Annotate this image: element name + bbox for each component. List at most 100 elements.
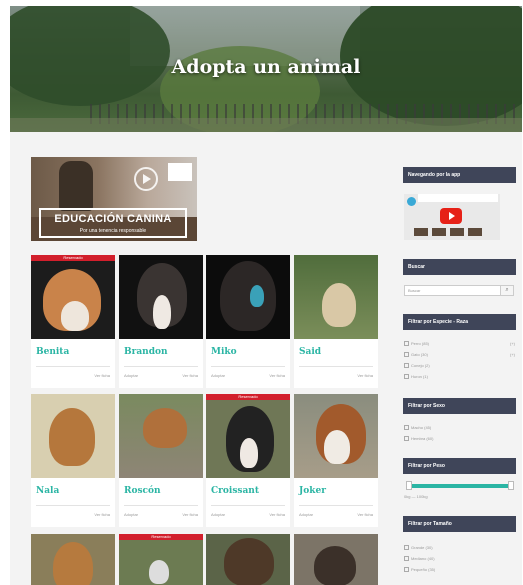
search-input[interactable]: Buscar ⌕ [404,285,514,296]
reserved-ribbon: Reservado [206,394,290,400]
animal-card[interactable] [294,534,378,585]
filter-option[interactable]: Conejo (2) [404,363,430,369]
logo [168,163,192,181]
weight-range-slider[interactable] [406,481,514,490]
adopt-link[interactable]: Adoptar [124,373,138,378]
animal-card[interactable]: Nala Ver ficha [31,394,115,527]
search-icon[interactable]: ⌕ [500,286,513,295]
checkbox[interactable] [404,545,409,551]
divider [299,505,373,506]
banner-subtitle: Por una tenencia responsable [79,228,147,234]
divider [211,366,285,367]
checkbox[interactable] [404,374,409,380]
animal-card[interactable] [206,534,290,585]
option-label: Mediano (40) [411,556,435,561]
education-banner[interactable]: EDUCACIÓN CANINA Por una tenencia respon… [31,157,197,241]
video-thumb [432,228,446,236]
animal-photo[interactable] [294,255,378,339]
filter-option[interactable]: Mediano (40) [404,556,435,562]
filter-option[interactable]: Huron (1) [404,374,428,380]
option-label: Pequeño (35) [411,567,436,572]
widget-title-size: Filtrar por Tamaño [403,516,516,532]
animal-name[interactable]: Croissant [211,486,259,496]
checkbox[interactable] [404,425,409,431]
widget-title-app: Navegando por la app [403,167,516,183]
view-details-link[interactable]: Ver ficha [357,512,373,517]
card-meta: Adoptar Ver ficha [124,512,198,517]
play-icon[interactable] [134,167,158,191]
filter-option[interactable]: Pequeño (35) [404,567,436,573]
animal-card[interactable]: Brandon Adoptar Ver ficha [119,255,203,388]
option-label: Gato (30) [411,352,428,357]
view-details-link[interactable]: Ver ficha [182,373,198,378]
youtube-play-icon[interactable] [440,208,462,224]
divider [36,505,110,506]
card-meta: Adoptar Ver ficha [299,512,373,517]
animal-name[interactable]: Roscón [124,486,161,496]
view-details-link[interactable]: Ver ficha [269,512,285,517]
adopt-link[interactable]: Adoptar [299,512,313,517]
page-title: Adopta un animal [171,56,361,78]
divider [124,366,198,367]
animal-card[interactable]: Said Ver ficha [294,255,378,388]
banner-titlebox: EDUCACIÓN CANINA Por una tenencia respon… [39,208,187,238]
widget-title-search: Buscar [403,259,516,275]
view-details-link[interactable]: Ver ficha [94,512,110,517]
animal-card[interactable]: Reservado Benita Ver ficha [31,255,115,388]
filter-option[interactable]: Perro (85) (+) [404,341,515,347]
filter-option[interactable]: Gato (30) (+) [404,352,515,358]
animal-photo[interactable]: Reservado [31,255,115,339]
animal-photo[interactable] [294,534,378,585]
filter-option[interactable]: Hembra (60) [404,436,434,442]
animal-card[interactable]: Joker Adoptar Ver ficha [294,394,378,527]
animal-card[interactable] [31,534,115,585]
slider-handle-max[interactable] [508,481,514,490]
checkbox[interactable] [404,341,409,347]
animal-card[interactable]: Reservado Croissant Adoptar Ver ficha [206,394,290,527]
animal-card[interactable]: Miko Adoptar Ver ficha [206,255,290,388]
divider [211,505,285,506]
view-details-link[interactable]: Ver ficha [269,373,285,378]
adopt-link[interactable]: Adoptar [211,512,225,517]
animal-photo[interactable] [206,534,290,585]
option-label: Huron (1) [411,374,428,379]
widget-title-species: Filtrar por Especie - Raza [403,314,516,330]
checkbox[interactable] [404,363,409,369]
checkbox[interactable] [404,567,409,573]
animal-name[interactable]: Nala [36,486,59,496]
animal-photo[interactable] [31,534,115,585]
filter-option[interactable]: Macho (45) [404,425,431,431]
video-thumb [450,228,464,236]
option-count: (+) [510,341,515,346]
checkbox[interactable] [404,556,409,562]
animal-photo[interactable]: Reservado [119,534,203,585]
animal-name[interactable]: Said [299,347,321,357]
checkbox[interactable] [404,436,409,442]
animal-photo[interactable] [206,255,290,339]
checkbox[interactable] [404,352,409,358]
view-details-link[interactable]: Ver ficha [357,373,373,378]
view-details-link[interactable]: Ver ficha [94,373,110,378]
filter-option[interactable]: Grande (30) [404,545,433,551]
adopt-link[interactable]: Adoptar [211,373,225,378]
divider [36,366,110,367]
animal-name[interactable]: Benita [36,347,69,357]
option-label: Conejo (2) [411,363,430,368]
animal-card[interactable]: Roscón Adoptar Ver ficha [119,394,203,527]
animal-name[interactable]: Brandon [124,347,168,357]
option-label: Hembra (60) [411,436,434,441]
weight-range-text: 0kg — 100kg [404,494,428,499]
animal-photo[interactable] [294,394,378,478]
animal-photo[interactable]: Reservado [206,394,290,478]
slider-handle-min[interactable] [406,481,412,490]
card-meta: Adoptar Ver ficha [211,512,285,517]
animal-name[interactable]: Joker [299,486,326,496]
adopt-link[interactable]: Adoptar [124,512,138,517]
animal-card[interactable]: Reservado [119,534,203,585]
animal-photo[interactable] [119,394,203,478]
app-video[interactable] [404,194,500,240]
view-details-link[interactable]: Ver ficha [182,512,198,517]
animal-photo[interactable] [31,394,115,478]
animal-photo[interactable] [119,255,203,339]
animal-name[interactable]: Miko [211,347,237,357]
